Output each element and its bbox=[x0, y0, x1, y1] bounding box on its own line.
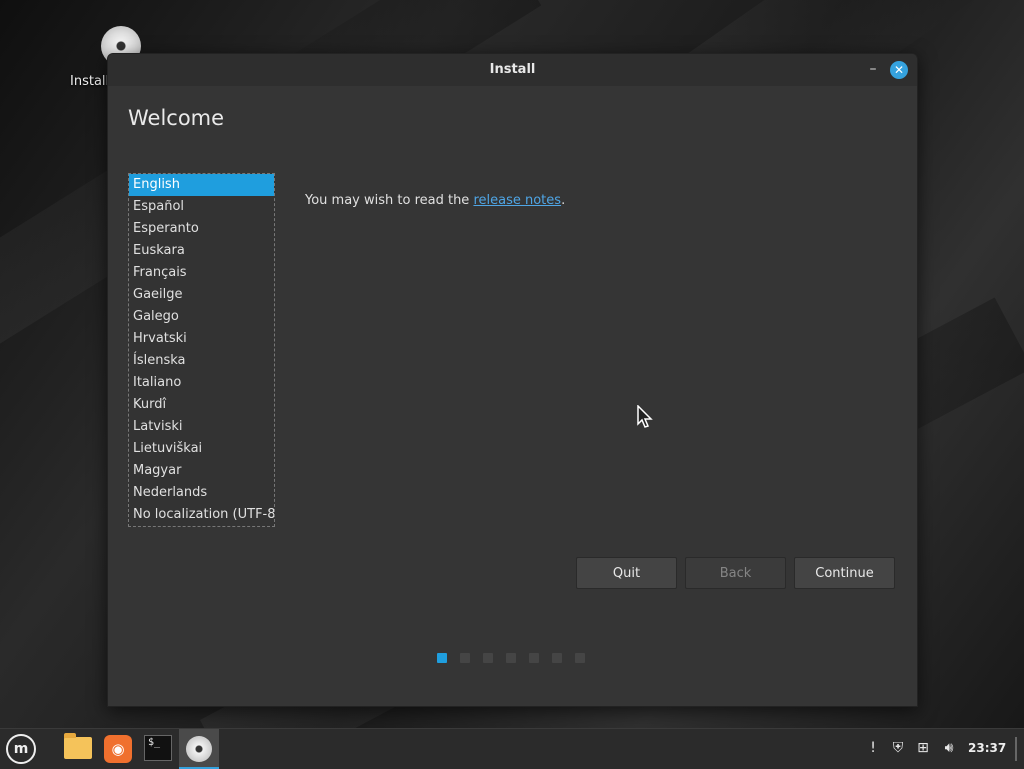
release-text-prefix: You may wish to read the bbox=[305, 193, 474, 208]
back-button[interactable]: Back bbox=[685, 557, 786, 589]
language-item[interactable]: Galego bbox=[129, 306, 274, 328]
release-notes-text: You may wish to read the release notes. bbox=[305, 193, 565, 208]
language-item[interactable]: Kurdî bbox=[129, 394, 274, 416]
release-text-suffix: . bbox=[561, 193, 566, 208]
window-titlebar[interactable]: Install – ✕ bbox=[108, 54, 917, 86]
desktop-icon-label: Install bbox=[70, 74, 110, 89]
language-item[interactable]: Latviski bbox=[129, 416, 274, 438]
mouse-cursor-icon bbox=[637, 405, 653, 428]
taskbar: m ◉ $_ ! ⛨ ⊞ 🔊︎ 23:37 bbox=[0, 728, 1024, 769]
progress-step-dot bbox=[437, 653, 447, 663]
install-window-task[interactable] bbox=[179, 729, 219, 769]
page-title: Welcome bbox=[128, 106, 225, 130]
files-launcher[interactable] bbox=[58, 729, 98, 769]
firefox-launcher[interactable]: ◉ bbox=[98, 729, 138, 769]
language-item[interactable]: Lietuviškai bbox=[129, 438, 274, 460]
install-window: Install – ✕ Welcome English Español Espera… bbox=[107, 53, 918, 707]
terminal-icon: $_ bbox=[144, 735, 172, 761]
quit-button[interactable]: Quit bbox=[576, 557, 677, 589]
window-title: Install bbox=[489, 62, 536, 77]
language-item[interactable]: Íslenska bbox=[129, 350, 274, 372]
firefox-icon: ◉ bbox=[104, 735, 132, 763]
language-item[interactable]: Italiano bbox=[129, 372, 274, 394]
mint-logo-icon: m bbox=[6, 734, 36, 764]
progress-step-dot bbox=[483, 653, 493, 663]
shield-icon[interactable]: ⛨ bbox=[889, 739, 907, 757]
language-item[interactable]: Español bbox=[129, 196, 274, 218]
continue-button[interactable]: Continue bbox=[794, 557, 895, 589]
notifications-icon[interactable]: ! bbox=[864, 739, 882, 757]
release-notes-link[interactable]: release notes bbox=[473, 193, 561, 208]
progress-step-dot bbox=[506, 653, 516, 663]
minimize-button[interactable]: – bbox=[864, 60, 882, 78]
language-item[interactable]: Esperanto bbox=[129, 218, 274, 240]
language-item[interactable]: English bbox=[129, 174, 274, 196]
terminal-launcher[interactable]: $_ bbox=[138, 729, 178, 769]
progress-step-dot bbox=[460, 653, 470, 663]
progress-step-dot bbox=[552, 653, 562, 663]
language-item[interactable]: Hrvatski bbox=[129, 328, 274, 350]
language-item[interactable]: Magyar bbox=[129, 460, 274, 482]
progress-step-dot bbox=[575, 653, 585, 663]
language-item[interactable]: Gaeilge bbox=[129, 284, 274, 306]
language-list[interactable]: English Español Esperanto Euskara Français Ga… bbox=[128, 173, 275, 527]
network-icon[interactable]: ⊞ bbox=[914, 739, 932, 757]
volume-icon[interactable]: 🔊︎ bbox=[940, 739, 958, 757]
folder-icon bbox=[64, 733, 92, 759]
progress-step-dot bbox=[529, 653, 539, 663]
menu-button[interactable]: m bbox=[0, 729, 40, 769]
language-item[interactable]: Euskara bbox=[129, 240, 274, 262]
language-item[interactable]: Nederlands bbox=[129, 482, 274, 504]
language-item[interactable]: No localization (UTF-8) bbox=[129, 504, 274, 526]
show-desktop-button[interactable] bbox=[1015, 737, 1017, 761]
close-button[interactable]: ✕ bbox=[890, 61, 908, 79]
clock[interactable]: 23:37 bbox=[968, 741, 1006, 755]
disc-icon bbox=[186, 736, 212, 762]
language-item[interactable]: Français bbox=[129, 262, 274, 284]
